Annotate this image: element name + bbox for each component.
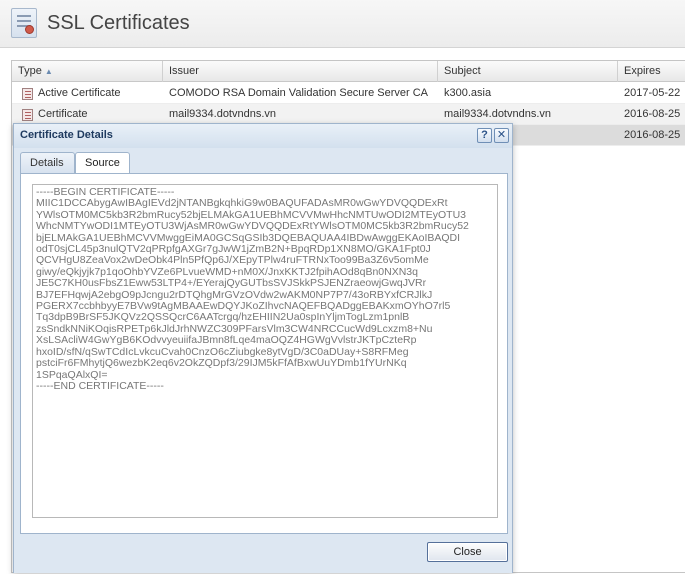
cell-type: Active Certificate [38, 87, 121, 99]
close-button[interactable]: Close [427, 542, 508, 562]
cell-issuer: COMODO RSA Domain Validation Secure Serv… [169, 87, 428, 99]
cell-subject: mail9334.dotvndns.vn [444, 108, 552, 120]
cell-type: Certificate [38, 108, 88, 120]
help-icon[interactable]: ? [477, 128, 492, 143]
page-header: SSL Certificates [0, 0, 685, 48]
column-header-type[interactable]: Type ▲ [12, 61, 163, 82]
certificate-details-dialog: Certificate Details ? ✕ Details Source -… [13, 123, 513, 573]
cell-expires: 2016-08-25 [624, 108, 681, 120]
column-header-issuer[interactable]: Issuer [163, 61, 438, 82]
page-title: SSL Certificates [47, 12, 190, 34]
certificate-icon [22, 88, 33, 100]
certificate-source-text: -----BEGIN CERTIFICATE----- MIIC1DCCAbyg… [36, 186, 469, 392]
table-row[interactable]: Certificate mail9334.dotvndns.vn mail933… [12, 104, 685, 125]
certificate-document-icon [11, 8, 37, 38]
source-tab-panel: -----BEGIN CERTIFICATE----- MIIC1DCCAbyg… [20, 173, 508, 534]
cell-expires: 2016-08-25 [624, 129, 681, 141]
column-header-expires[interactable]: Expires [618, 61, 685, 82]
certificate-icon [22, 109, 33, 121]
cell-subject: k300.asia [444, 87, 492, 99]
column-header-subject[interactable]: Subject [438, 61, 618, 82]
cell-expires: 2017-05-22 [624, 87, 681, 99]
dialog-titlebar[interactable]: Certificate Details ? ✕ [14, 124, 512, 148]
tab-details[interactable]: Details [20, 152, 75, 173]
sort-ascending-icon: ▲ [44, 67, 53, 76]
table-row[interactable]: Active Certificate COMODO RSA Domain Val… [12, 83, 685, 104]
dialog-title: Certificate Details [20, 129, 113, 141]
cell-issuer: mail9334.dotvndns.vn [169, 108, 277, 120]
grid-header: Type ▲ Issuer Subject Expires [12, 61, 685, 82]
certificate-source-textarea[interactable]: -----BEGIN CERTIFICATE----- MIIC1DCCAbyg… [32, 184, 498, 518]
close-icon[interactable]: ✕ [494, 128, 509, 143]
tab-source[interactable]: Source [75, 152, 130, 174]
dialog-footer: Close [14, 536, 512, 574]
